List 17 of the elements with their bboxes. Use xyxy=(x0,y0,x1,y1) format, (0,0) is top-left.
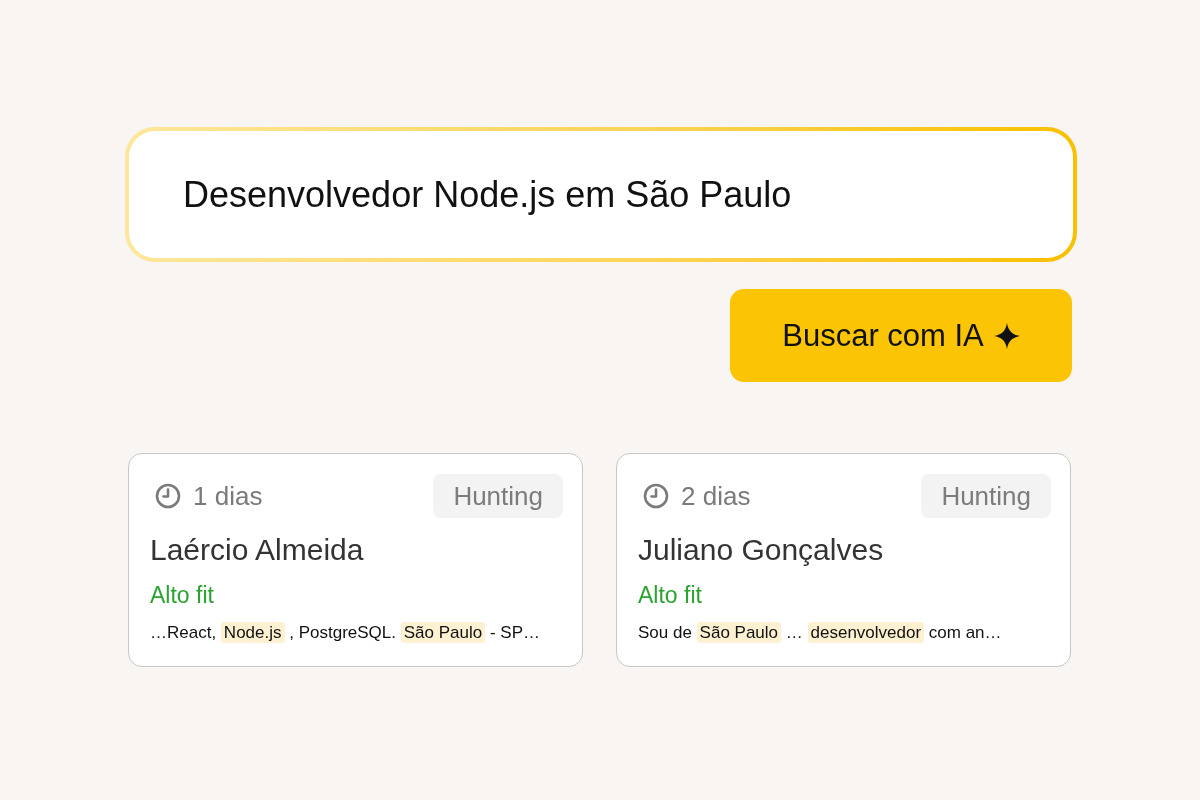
clock-icon xyxy=(643,483,669,509)
clock-icon xyxy=(155,483,181,509)
fit-label: Alto fit xyxy=(150,581,214,609)
snippet-text: …React, Node.js , PostgreSQL. São Paulo - SP… xyxy=(150,621,540,645)
time-ago-text: 1 dias xyxy=(193,480,263,512)
snippet-text: Sou de São Paulo … desenvolvedor com an… xyxy=(638,621,1002,645)
search-ai-button[interactable]: Buscar com IA xyxy=(730,289,1072,382)
search-field[interactable]: Desenvolvedor Node.js em São Paulo xyxy=(125,127,1077,262)
candidate-card[interactable]: 1 dias Hunting Laércio Almeida Alto fit …React, Node.js , PostgreSQL. São Paulo - SP… xyxy=(128,453,583,667)
candidate-name: Laércio Almeida xyxy=(150,532,364,568)
candidate-name: Juliano Gonçalves xyxy=(638,532,884,568)
candidate-card[interactable]: 2 dias Hunting Juliano Gonçalves Alto fit Sou de São Paulo … desenvolvedor com an… xyxy=(616,453,1071,667)
fit-label: Alto fit xyxy=(638,581,702,609)
status-tag: Hunting xyxy=(433,474,563,518)
sparkle-icon xyxy=(993,322,1020,349)
time-ago-text: 2 dias xyxy=(681,480,751,512)
status-tag: Hunting xyxy=(921,474,1051,518)
